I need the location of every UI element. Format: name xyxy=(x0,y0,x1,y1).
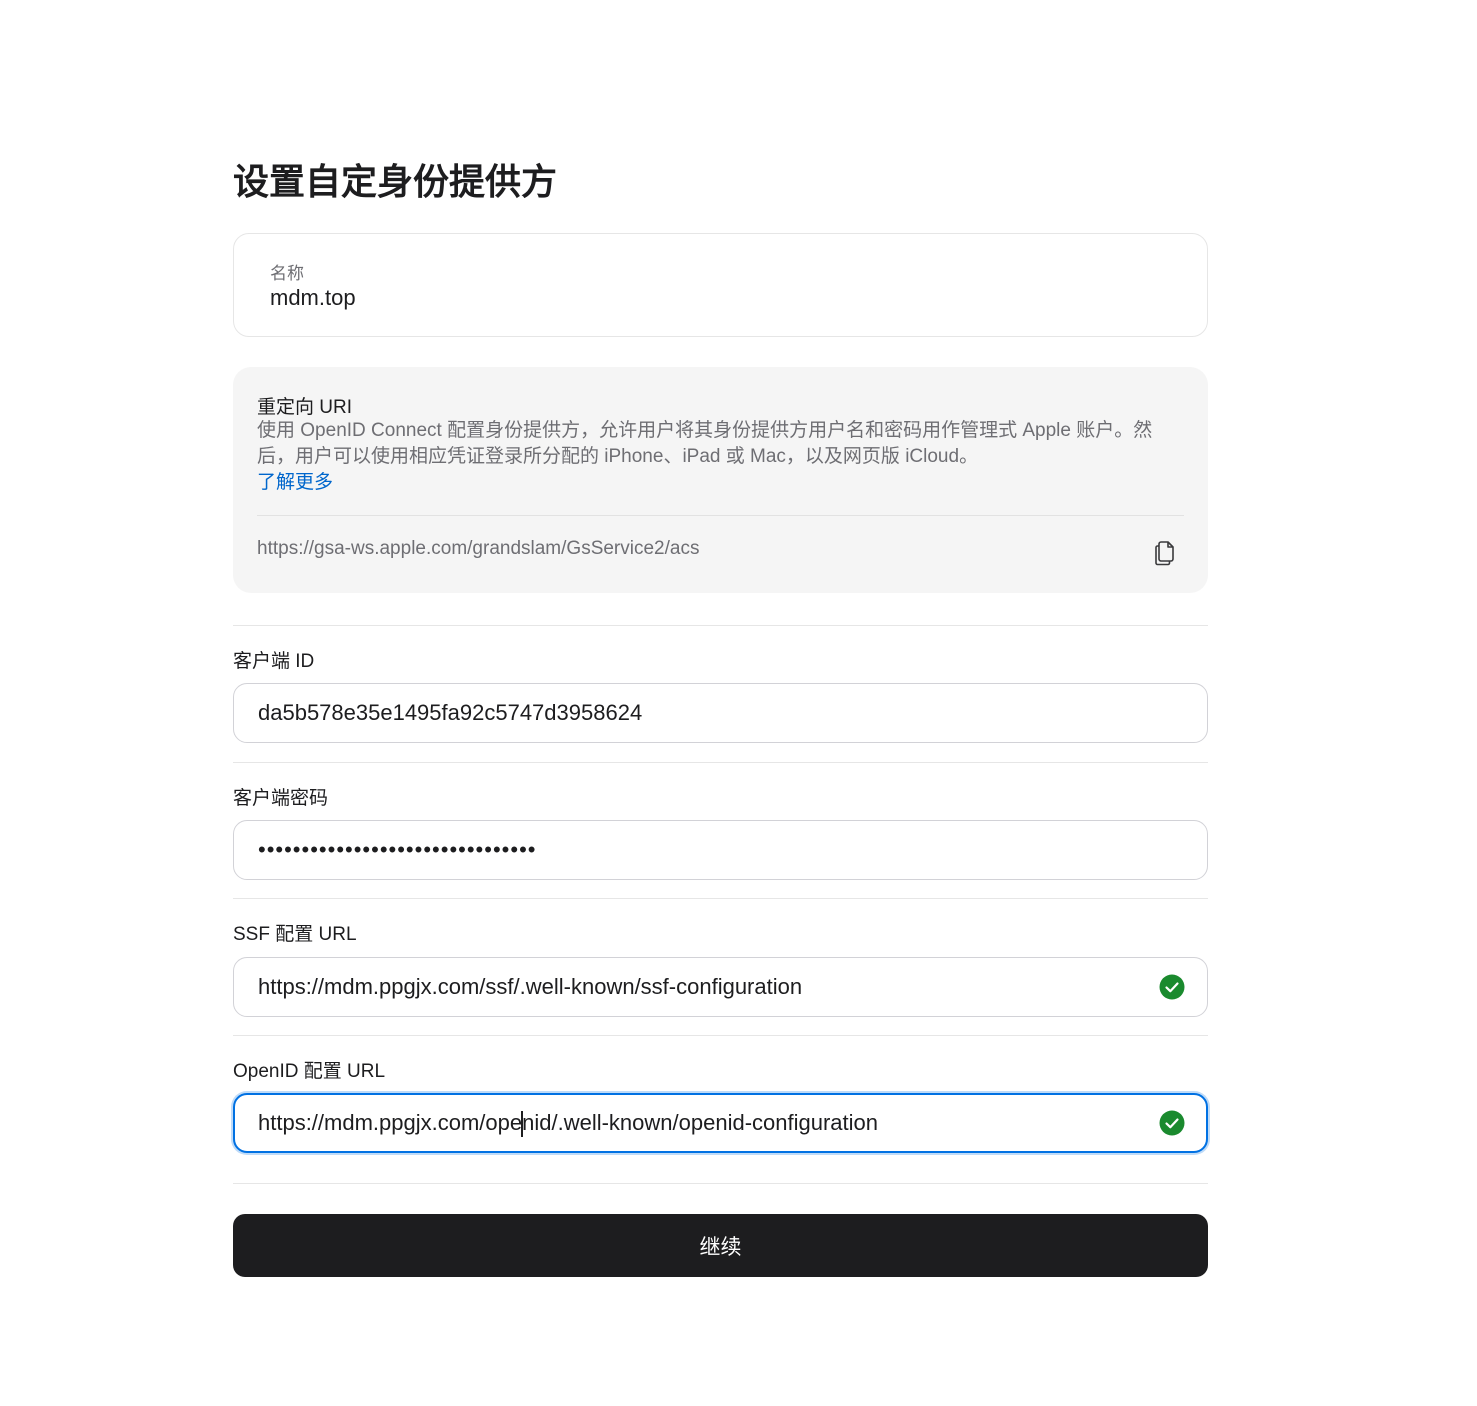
openid-url-label: OpenID 配置 URL xyxy=(233,1061,386,1082)
client-secret-input[interactable]: •••••••••••••••••••••••••••••••• xyxy=(233,820,1208,880)
ssf-url-label: SSF 配置 URL xyxy=(233,924,357,945)
openid-url-value-before-caret: https://mdm.ppgjx.com/ope xyxy=(258,1110,523,1135)
client-secret-label: 客户端密码 xyxy=(233,788,329,809)
ssf-url-input[interactable]: https://mdm.ppgjx.com/ssf/.well-known/ss… xyxy=(233,957,1208,1017)
client-id-input[interactable]: da5b578e35e1495fa92c5747d3958624 xyxy=(233,683,1208,743)
openid-url-value-after-caret: nid/.well-known/openid-configuration xyxy=(522,1110,879,1135)
section-divider xyxy=(233,898,1208,899)
client-id-value: da5b578e35e1495fa92c5747d3958624 xyxy=(258,700,643,725)
continue-button[interactable]: 继续 xyxy=(233,1214,1208,1277)
openid-url-value: https://mdm.ppgjx.com/openid/.well-known… xyxy=(258,1095,878,1151)
section-divider xyxy=(233,1035,1208,1036)
learn-more-link[interactable]: 了解更多 xyxy=(257,470,333,496)
redirect-uri-description: 使用 OpenID Connect 配置身份提供方，允许用户将其身份提供方用户名… xyxy=(257,420,1153,467)
redirect-uri-heading: 重定向 URI xyxy=(257,397,353,418)
copy-icon xyxy=(1155,541,1174,566)
client-secret-value: •••••••••••••••••••••••••••••••• xyxy=(258,837,537,862)
section-divider xyxy=(233,1183,1208,1184)
name-card: 名称 mdm.top xyxy=(233,233,1208,337)
divider xyxy=(257,515,1184,516)
name-label: 名称 xyxy=(270,264,304,283)
check-circle-icon xyxy=(1159,974,1185,1000)
check-circle-icon xyxy=(1159,1110,1185,1136)
copy-button[interactable] xyxy=(1152,537,1178,567)
redirect-uri-value: https://gsa-ws.apple.com/grandslam/GsSer… xyxy=(257,538,700,559)
page-title: 设置自定身份提供方 xyxy=(233,161,558,202)
openid-url-input[interactable]: https://mdm.ppgjx.com/openid/.well-known… xyxy=(233,1093,1208,1153)
section-divider xyxy=(233,762,1208,763)
section-divider xyxy=(233,625,1208,626)
name-value: mdm.top xyxy=(270,285,356,310)
redirect-uri-card: 重定向 URI 使用 OpenID Connect 配置身份提供方，允许用户将其… xyxy=(233,367,1208,593)
ssf-url-value: https://mdm.ppgjx.com/ssf/.well-known/ss… xyxy=(258,974,803,999)
client-id-label: 客户端 ID xyxy=(233,651,315,672)
